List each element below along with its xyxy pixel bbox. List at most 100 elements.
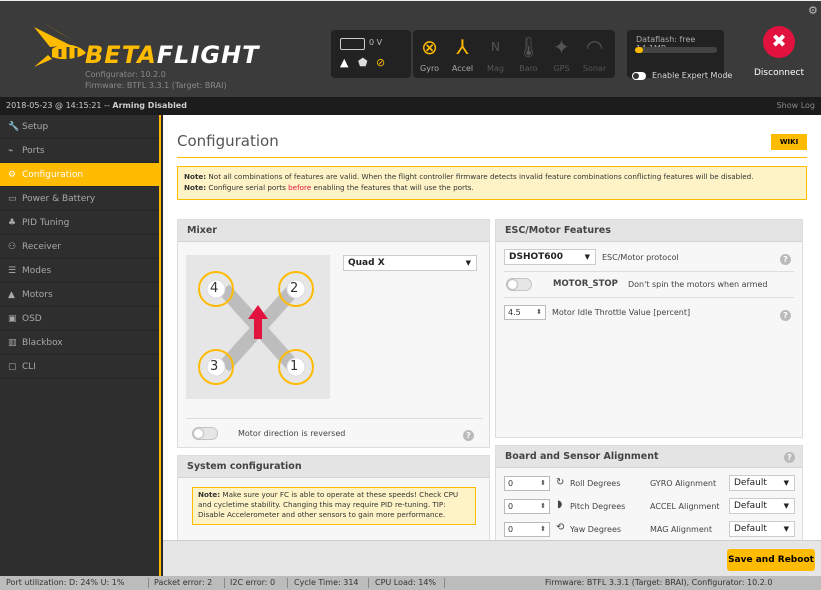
dataflash-bar xyxy=(635,47,717,53)
motor-stop-desc: Don't spin the motors when armed xyxy=(628,280,768,289)
sidebar-item-label: OSD xyxy=(22,314,42,324)
pitch-degrees-label: Pitch Degrees xyxy=(570,502,626,511)
i2c-error: I2C error: 0 xyxy=(230,578,276,587)
idle-throttle-input[interactable]: 4.5 ⬍ xyxy=(504,305,546,320)
divider xyxy=(368,578,369,588)
configurator-version: Configurator: 10.2.0 xyxy=(85,70,166,79)
help-icon[interactable]: ? xyxy=(780,310,791,321)
motor-stop-label: MOTOR_STOP xyxy=(553,279,618,289)
help-icon[interactable]: ? xyxy=(463,430,474,441)
sidebar-item-receiver[interactable]: ⚇ Receiver xyxy=(0,235,159,259)
expert-mode-switch[interactable] xyxy=(632,71,646,80)
wrench-icon: 🔧 xyxy=(8,122,20,132)
pitch-degrees-input[interactable]: 0 ⬍ xyxy=(504,499,550,514)
receiver-icon: ⚇ xyxy=(8,242,17,252)
sidebar-item-pid-tuning[interactable]: ♣ PID Tuning xyxy=(0,211,159,235)
sidebar-item-cli[interactable]: ▢ CLI xyxy=(0,355,159,379)
roll-degrees-value: 0 xyxy=(508,479,514,488)
brand-name: BETAFLIGHT xyxy=(85,41,260,69)
mag-alignment-select[interactable]: Default ▼ xyxy=(729,521,795,537)
sidebar-item-power-battery[interactable]: ▭ Power & Battery xyxy=(0,187,159,211)
show-log-link[interactable]: Show Log xyxy=(777,97,815,115)
sidebar-item-label: CLI xyxy=(22,362,36,372)
stepper-icon[interactable]: ⬍ xyxy=(540,523,546,536)
system-config-title: System configuration xyxy=(178,456,489,478)
accel-alignment-value: Default xyxy=(734,501,767,511)
sidebar-item-motors[interactable]: ▲ Motors xyxy=(0,283,159,307)
sidebar-item-ports[interactable]: ⌁ Ports xyxy=(0,139,159,163)
dataflash-fill xyxy=(635,47,644,53)
mixer-select[interactable]: Quad X ▼ xyxy=(343,255,477,271)
motor-label-1: 1 xyxy=(290,359,299,374)
motor-label-4: 4 xyxy=(210,281,219,296)
esc-protocol-select[interactable]: DSHOT600 ▼ xyxy=(504,249,596,265)
gyro-alignment-select[interactable]: Default ▼ xyxy=(729,475,795,491)
packet-error: Packet error: 2 xyxy=(154,578,213,587)
note-text: Not all combinations of features are val… xyxy=(206,172,754,181)
gps-icon: ✦ xyxy=(553,35,570,59)
board-alignment-title: Board and Sensor Alignment xyxy=(496,446,802,468)
expert-mode-toggle[interactable]: Enable Expert Mode xyxy=(632,71,732,80)
sidebar-item-label: PID Tuning xyxy=(22,218,70,228)
pitch-icon: ◗ xyxy=(557,499,563,510)
chevron-down-icon: ▼ xyxy=(783,479,789,487)
battery-icon: ▭ xyxy=(8,194,17,204)
main-content: Configuration WIKI Note: Not all combina… xyxy=(163,115,821,576)
motor-stop-toggle[interactable] xyxy=(506,278,532,291)
roll-icon: ↻ xyxy=(556,477,565,488)
warning-icon: ▲ xyxy=(340,56,349,69)
shield-icon: ⬟ xyxy=(358,56,368,69)
firmware-info: Firmware: BTFL 3.3.1 (Target: BRAI), Con… xyxy=(545,578,773,587)
stepper-icon[interactable]: ⬍ xyxy=(536,306,542,319)
betaflight-logo: BETAFLIGHT Configurator: 10.2.0 Firmware… xyxy=(30,19,259,90)
chevron-down-icon: ▼ xyxy=(584,253,590,261)
battery-icon xyxy=(340,38,365,50)
note-text: Make sure your FC is able to operate at … xyxy=(198,490,459,519)
chevron-down-icon: ▼ xyxy=(465,259,471,267)
gyro-alignment-label: GYRO Alignment xyxy=(650,479,717,488)
sidebar-item-label: Blackbox xyxy=(22,338,63,348)
disconnect-label: Disconnect xyxy=(754,68,804,78)
title-divider xyxy=(177,157,807,158)
sensor-label: GPS xyxy=(553,64,570,73)
esc-motor-title: ESC/Motor Features xyxy=(496,220,802,242)
modes-icon: ☰ xyxy=(8,266,17,276)
blackbox-icon: ▥ xyxy=(8,338,17,348)
footer-status: Port utilization: D: 24% U: 1% Packet er… xyxy=(0,576,821,590)
help-icon[interactable]: ? xyxy=(784,452,795,463)
stepper-icon[interactable]: ⬍ xyxy=(540,477,546,490)
sidebar-item-setup[interactable]: 🔧 Setup xyxy=(0,115,159,139)
sidebar-item-modes[interactable]: ☰ Modes xyxy=(0,259,159,283)
feature-note: Note: Not all combinations of features a… xyxy=(177,166,807,200)
status-datetime: 2018-05-23 @ 14:15:21 xyxy=(6,101,102,110)
esc-protocol-label: ESC/Motor protocol xyxy=(602,253,679,262)
pitch-degrees-value: 0 xyxy=(508,502,514,511)
yaw-degrees-input[interactable]: 0 ⬍ xyxy=(504,522,550,537)
sidebar-item-label: Configuration xyxy=(22,170,84,180)
save-and-reboot-button[interactable]: Save and Reboot xyxy=(727,549,815,571)
help-icon[interactable]: ? xyxy=(780,254,791,265)
osd-icon: ▣ xyxy=(8,314,17,324)
sonar-icon: ◠ xyxy=(585,35,604,59)
disconnect-button[interactable]: ✖ Disconnect xyxy=(745,24,813,90)
arming-status: Arming Disabled xyxy=(112,101,187,110)
roll-degrees-input[interactable]: 0 ⬍ xyxy=(504,476,550,491)
divider xyxy=(287,578,288,588)
battery-status: 0 V ▲ ⬟ ⊘ xyxy=(331,30,411,78)
gyro-alignment-value: Default xyxy=(734,478,767,488)
motor-icon: ▲ xyxy=(8,290,15,300)
system-config-panel: System configuration Note: Make sure you… xyxy=(177,455,490,545)
settings-gear-icon[interactable]: ⚙ xyxy=(808,4,818,17)
sidebar-item-blackbox[interactable]: ▥ Blackbox xyxy=(0,331,159,355)
gear-icon: ⚙ xyxy=(8,170,17,180)
sidebar-item-osd[interactable]: ▣ OSD xyxy=(0,307,159,331)
accel-alignment-select[interactable]: Default ▼ xyxy=(729,498,795,514)
battery-voltage: 0 V xyxy=(369,38,383,47)
wiki-button[interactable]: WIKI xyxy=(771,134,807,150)
stepper-icon[interactable]: ⬍ xyxy=(540,500,546,513)
motor-reverse-toggle[interactable] xyxy=(192,427,218,440)
accel-icon: ⅄ xyxy=(456,35,469,59)
mixer-selected-value: Quad X xyxy=(348,258,385,268)
motor-label-3: 3 xyxy=(210,359,219,374)
sidebar-item-configuration[interactable]: ⚙ Configuration xyxy=(0,163,159,187)
